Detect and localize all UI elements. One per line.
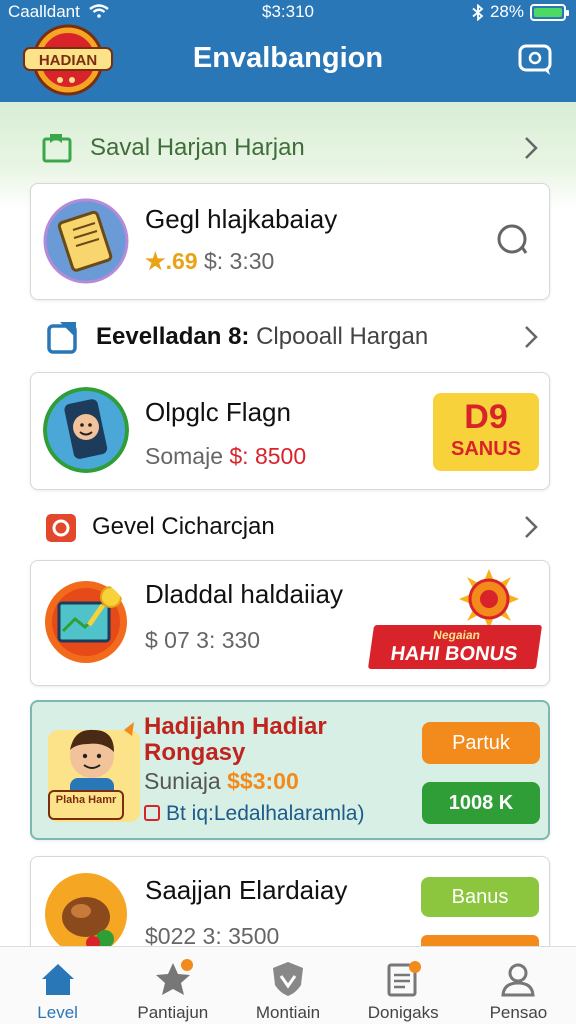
card-title: Olpglc Flagn — [145, 397, 291, 427]
status-right: 28% — [472, 2, 569, 22]
featured-note: Bt iq:Ledalhalaramla) — [144, 802, 364, 826]
sun-seal-icon — [459, 569, 519, 629]
chevron-right-icon — [525, 137, 538, 159]
rating: ★.69 — [145, 248, 198, 274]
nav-item-level[interactable]: Level — [0, 947, 115, 1024]
phone-icon — [43, 387, 129, 473]
section-label-3: Gevel Cicharcjan — [92, 513, 275, 540]
battery-icon — [530, 3, 569, 21]
note-icon — [144, 805, 160, 821]
chevron-right-icon — [525, 516, 538, 538]
app-root: Caalldant $3:310 28% HADIAN Envalbangion… — [0, 0, 576, 1024]
food-icon — [45, 873, 127, 955]
card-meta: Somaje $: 8500 — [145, 443, 307, 469]
nav-item-pantiajun[interactable]: Pantiajun — [115, 947, 230, 1024]
orange-action-button[interactable]: Partuk — [422, 722, 540, 764]
featured-title: Hadijahn Hadiar Rongasy — [144, 713, 327, 766]
chevron-right-icon — [525, 326, 538, 348]
green-action-button[interactable]: Banus — [421, 877, 539, 917]
list-card-3[interactable]: Dladdal haldaiiay $ 07 3: 330 Negaian HA… — [30, 560, 550, 686]
user-icon — [501, 963, 536, 997]
avatar-label: Plaha Hamr — [48, 790, 124, 820]
card-title: Dladdal haldaiiay — [145, 579, 344, 609]
shield-icon — [273, 962, 303, 996]
home-icon — [41, 964, 74, 995]
chat-button[interactable] — [518, 44, 554, 76]
price: $ 07 3: 330 — [145, 627, 261, 653]
bonus-badge[interactable]: D9 SANUS — [433, 393, 539, 471]
section-blue-icon — [47, 322, 77, 354]
card-title: Saajjan Elardaiay — [145, 875, 348, 905]
bottom-nav: Level Pantiajun Montiain Donigaks Pensao — [0, 946, 576, 1024]
section-header-3[interactable]: Gevel Cicharcjan — [0, 503, 576, 551]
section-red-icon — [46, 514, 76, 542]
section-header-2[interactable]: Eevelladan 8: Clpooall Hargan — [0, 313, 576, 361]
featured-card[interactable]: Plaha Hamr Hadijahn Hadiar Rongasy Sunia… — [30, 700, 550, 840]
card-meta: ★.69 $: 3:30 — [145, 248, 274, 275]
price: $: 3:30 — [203, 248, 275, 274]
list-card-2[interactable]: Olpglc Flagn Somaje $: 8500 D9 SANUS — [30, 372, 550, 490]
nav-item-donigaks[interactable]: Donigaks — [346, 947, 461, 1024]
green-action-button[interactable]: 1008 K — [422, 782, 540, 824]
featured-meta: Suniaja $$3:00 — [144, 768, 299, 794]
nav-item-pensao[interactable]: Pensao — [461, 947, 576, 1024]
document-icon — [387, 961, 422, 997]
map-icon — [45, 581, 127, 663]
tablet-icon — [43, 198, 129, 284]
bonus-ribbon[interactable]: Negaian HAHI BONUS — [367, 625, 543, 669]
app-header: Caalldant $3:310 28% HADIAN Envalbangion — [0, 0, 576, 102]
radio-circle-icon[interactable] — [495, 222, 529, 256]
section-green-icon — [42, 134, 72, 163]
bluetooth-icon — [472, 3, 484, 21]
section-label-1: Saval Harjan Harjan — [90, 134, 305, 161]
page-title: Envalbangion — [192, 42, 384, 74]
section-label-2: Eevelladan 8: Clpooall Hargan — [96, 323, 429, 350]
section-header-1[interactable]: Saval Harjan Harjan — [0, 124, 576, 172]
star-icon — [155, 959, 193, 995]
card-title: Gegl hlajkabaiay — [145, 204, 338, 234]
nav-item-montiain[interactable]: Montiain — [230, 947, 345, 1024]
battery-percent: 28% — [489, 2, 524, 21]
price: $: 8500 — [229, 443, 307, 469]
list-card-1[interactable]: Gegl hlajkabaiay ★.69 $: 3:30 — [30, 183, 550, 300]
